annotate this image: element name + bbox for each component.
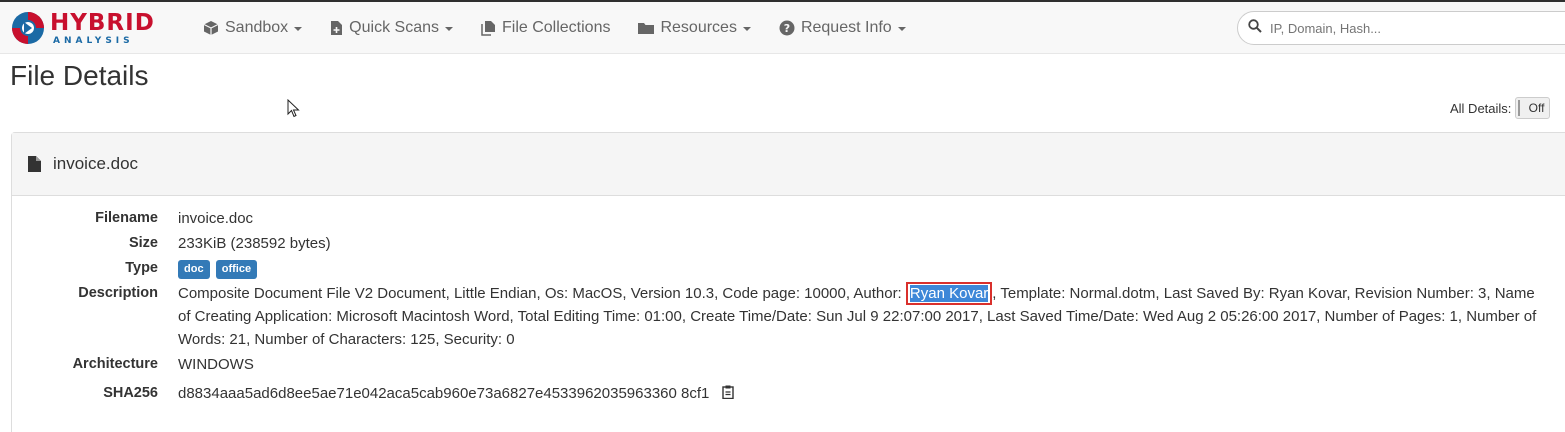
nav-file-collections[interactable]: File Collections: [481, 2, 610, 54]
size-value: 233KiB (238592 bytes): [178, 235, 331, 252]
file-plus-icon: [330, 20, 343, 36]
logo-globe-icon: [12, 12, 44, 44]
main-nav: Sandbox Quick Scans File Collections Res…: [203, 2, 934, 54]
hybrid-analysis-logo[interactable]: HYBRID ANALYSIS: [10, 6, 180, 50]
description-label: Description: [78, 285, 158, 301]
all-details-control: All Details: Off: [1450, 97, 1551, 119]
caret-down-icon: [897, 27, 906, 31]
caret-down-icon: [294, 27, 303, 31]
type-label: Type: [125, 260, 158, 276]
svg-text:?: ?: [784, 22, 790, 35]
detail-row-filename: Filename invoice.doc: [12, 207, 1565, 230]
selected-author-text: Ryan Kovar: [909, 285, 989, 302]
all-details-label: All Details:: [1450, 100, 1512, 116]
clipboard-copy-icon[interactable]: [721, 383, 734, 406]
logo-text-hybrid: HYBRID: [50, 10, 155, 36]
description-value: Composite Document File V2 Document, Lit…: [178, 282, 1538, 351]
type-tag-office[interactable]: office: [215, 259, 258, 279]
folder-icon: [638, 21, 655, 35]
nav-request-info[interactable]: ? Request Info: [779, 2, 906, 54]
type-tag-doc[interactable]: doc: [178, 259, 210, 279]
architecture-label: Architecture: [72, 356, 158, 372]
nav-resources-label: Resources: [660, 19, 737, 36]
file-details-panel: invoice.doc Filename invoice.doc Size 23…: [11, 132, 1565, 432]
all-details-toggle[interactable]: Off: [1515, 97, 1551, 119]
sha256-label: SHA256: [103, 385, 158, 401]
detail-row-size: Size 233KiB (238592 bytes): [12, 232, 1565, 255]
detail-row-description: Description Composite Document File V2 D…: [12, 282, 1565, 351]
filename-value: invoice.doc: [178, 210, 254, 227]
file-details-list: Filename invoice.doc Size 233KiB (238592…: [12, 207, 1565, 408]
panel-heading: invoice.doc: [12, 133, 1565, 196]
nav-quick-scans-label: Quick Scans: [349, 19, 439, 36]
detail-row-type: Type doc office: [12, 257, 1565, 280]
filename-label: Filename: [95, 210, 158, 226]
nav-file-collections-label: File Collections: [501, 19, 611, 36]
files-icon: [481, 20, 496, 36]
sha256-value[interactable]: d8834aaa5ad6d8ee5ae71e042aca5cab960e73a6…: [178, 385, 709, 402]
page-title: File Details: [10, 60, 149, 91]
nav-quick-scans[interactable]: Quick Scans: [330, 2, 453, 54]
caret-down-icon: [444, 27, 453, 31]
nav-request-info-label: Request Info: [800, 19, 892, 36]
nav-sandbox-label: Sandbox: [225, 19, 289, 36]
sha256-value-container: d8834aaa5ad6d8ee5ae71e042aca5cab960e73a6…: [178, 382, 1538, 406]
nav-sandbox[interactable]: Sandbox: [203, 2, 303, 54]
caret-down-icon: [742, 27, 751, 31]
detail-row-sha256: SHA256 d8834aaa5ad6d8ee5ae71e042aca5cab9…: [12, 382, 1565, 406]
file-icon: [28, 156, 41, 172]
size-label: Size: [128, 235, 158, 251]
all-details-toggle-state: Off: [1528, 101, 1545, 115]
cube-icon: [203, 20, 219, 36]
logo-text-analysis: ANALYSIS: [53, 36, 134, 46]
highlight-box: Ryan Kovar: [905, 282, 993, 305]
nav-resources[interactable]: Resources: [638, 2, 751, 54]
description-text-before: Composite Document File V2 Document, Lit…: [178, 285, 906, 302]
architecture-value: WINDOWS: [178, 356, 254, 373]
navbar: HYBRID ANALYSIS Sandbox Quick Scans File…: [0, 2, 1565, 54]
search-box: [1237, 11, 1565, 45]
search-input[interactable]: [1270, 20, 1550, 36]
panel-file-name: invoice.doc: [53, 154, 139, 173]
question-circle-icon: ?: [779, 20, 795, 36]
type-value: doc office: [178, 257, 1538, 280]
mouse-cursor-icon: [287, 98, 301, 124]
detail-row-architecture: Architecture WINDOWS: [12, 353, 1565, 376]
search-icon: [1248, 18, 1262, 38]
